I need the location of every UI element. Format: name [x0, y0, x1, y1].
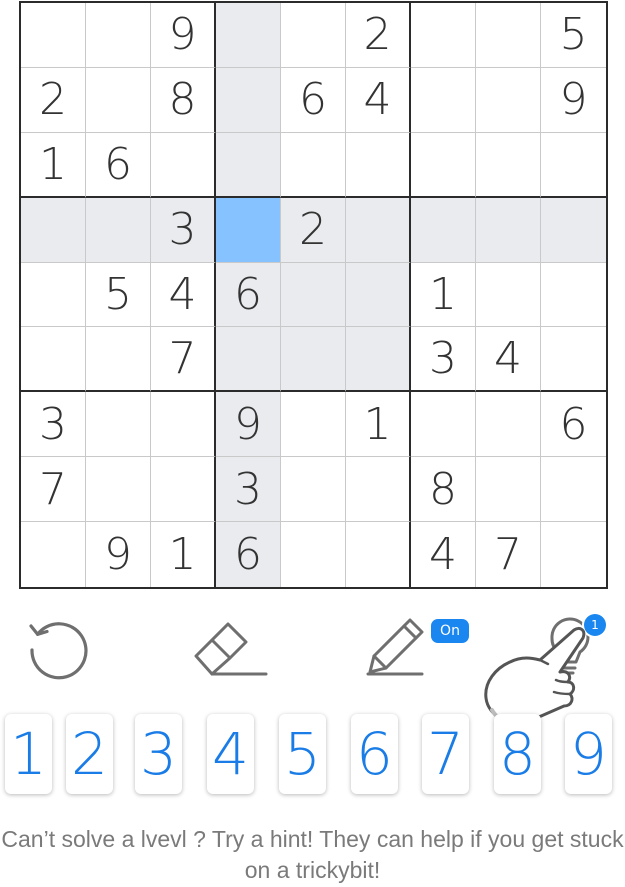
cell-r7-c6[interactable]: 1	[346, 392, 411, 458]
cell-r1-c6[interactable]: 2	[346, 3, 411, 68]
erase-button[interactable]	[190, 610, 270, 690]
cell-r5-c9[interactable]	[541, 263, 606, 328]
cell-r7-c8[interactable]	[476, 392, 541, 458]
cell-r5-c4[interactable]: 6	[216, 262, 281, 328]
cell-r9-c7[interactable]: 4	[411, 522, 476, 587]
cell-r3-c2[interactable]: 6	[86, 132, 151, 198]
undo-icon	[29, 622, 88, 680]
cell-r3-c6[interactable]	[346, 132, 411, 198]
cell-r9-c4[interactable]: 6	[216, 522, 281, 587]
cell-r1-c2[interactable]	[86, 3, 151, 68]
cell-r2-c5[interactable]: 6	[281, 67, 346, 133]
cell-r4-c1[interactable]	[21, 197, 86, 263]
cell-r1-c5[interactable]	[281, 3, 346, 68]
number-key-1[interactable]: 1	[5, 714, 52, 794]
number-key-9[interactable]: 9	[565, 714, 612, 794]
cell-r8-c7[interactable]: 8	[411, 457, 476, 523]
cell-r1-c7[interactable]	[411, 3, 476, 68]
number-key-5[interactable]: 5	[279, 714, 326, 794]
cell-r8-c5[interactable]	[281, 457, 346, 523]
cell-r7-c9[interactable]: 6	[541, 392, 606, 458]
cell-r4-c8[interactable]	[476, 197, 541, 263]
notes-on-badge: On	[431, 619, 469, 643]
cell-r1-c4[interactable]	[216, 3, 281, 68]
cell-r9-c1[interactable]	[21, 522, 86, 587]
number-key-8[interactable]: 8	[494, 714, 541, 794]
cell-r7-c5[interactable]	[281, 392, 346, 458]
cell-r8-c9[interactable]	[541, 457, 606, 523]
cell-r5-c8[interactable]	[476, 262, 541, 328]
number-key-2[interactable]: 2	[66, 714, 113, 794]
cell-r3-c5[interactable]	[281, 132, 346, 198]
cell-r6-c1[interactable]	[21, 327, 86, 393]
cell-r6-c4[interactable]	[216, 327, 281, 393]
cell-r9-c3[interactable]: 1	[151, 522, 216, 587]
cell-r1-c1[interactable]	[21, 3, 86, 68]
cell-r8-c2[interactable]	[86, 457, 151, 523]
cell-r3-c4[interactable]	[216, 132, 281, 198]
notes-button[interactable]	[360, 610, 440, 690]
cell-r8-c1[interactable]: 7	[21, 457, 86, 523]
cell-r8-c3[interactable]	[151, 457, 216, 523]
cell-r2-c4[interactable]	[216, 67, 281, 133]
cell-r6-c3[interactable]: 7	[151, 327, 216, 393]
cell-r6-c7[interactable]: 3	[411, 327, 476, 393]
cell-r8-c4[interactable]: 3	[216, 457, 281, 523]
cell-r4-c6[interactable]	[346, 197, 411, 263]
cell-r4-c2[interactable]	[86, 197, 151, 263]
cell-r1-c8[interactable]	[476, 3, 541, 68]
number-key-4[interactable]: 4	[207, 714, 254, 794]
cell-r3-c7[interactable]	[411, 132, 476, 198]
cell-r8-c6[interactable]	[346, 457, 411, 523]
cell-r4-c4[interactable]	[216, 197, 281, 263]
number-key-7[interactable]: 7	[422, 714, 469, 794]
cell-r5-c3[interactable]: 4	[151, 262, 216, 328]
cell-r4-c7[interactable]	[411, 197, 476, 263]
cell-r2-c3[interactable]: 8	[151, 67, 216, 133]
cell-r6-c9[interactable]	[541, 327, 606, 393]
cell-r2-c7[interactable]	[411, 67, 476, 133]
cell-r6-c5[interactable]	[281, 327, 346, 393]
cell-r5-c1[interactable]	[21, 262, 86, 328]
pencil-icon	[366, 618, 424, 676]
cell-r5-c5[interactable]	[281, 262, 346, 328]
cell-r5-c7[interactable]: 1	[411, 262, 476, 328]
cell-r7-c1[interactable]: 3	[21, 392, 86, 458]
cell-r1-c9[interactable]: 5	[541, 3, 606, 68]
cell-r2-c1[interactable]: 2	[21, 67, 86, 133]
cell-r7-c4[interactable]: 9	[216, 392, 281, 458]
cell-r3-c1[interactable]: 1	[21, 132, 86, 198]
hint-tutorial-text: Can’t solve a lvevl ? Try a hint! They c…	[1, 826, 624, 883]
cell-r4-c3[interactable]: 3	[151, 197, 216, 263]
cell-r5-c6[interactable]	[346, 262, 411, 328]
cell-r9-c8[interactable]: 7	[476, 522, 541, 587]
cell-r9-c5[interactable]	[281, 522, 346, 587]
cell-r9-c6[interactable]	[346, 522, 411, 587]
sudoku-grid: 9252864916325461734391673891647	[19, 1, 608, 589]
cell-r1-c3[interactable]: 9	[151, 3, 216, 68]
cell-r3-c9[interactable]	[541, 133, 606, 198]
cell-r2-c8[interactable]	[476, 67, 541, 133]
cell-r8-c8[interactable]	[476, 457, 541, 523]
cell-r4-c5[interactable]: 2	[281, 197, 346, 263]
cell-r7-c7[interactable]	[411, 392, 476, 458]
cell-r7-c3[interactable]	[151, 392, 216, 458]
cell-r6-c6[interactable]	[346, 327, 411, 393]
cell-r2-c2[interactable]	[86, 67, 151, 133]
cell-r6-c8[interactable]: 4	[476, 327, 541, 393]
cell-r4-c9[interactable]	[541, 197, 606, 263]
cell-r2-c6[interactable]: 4	[346, 67, 411, 133]
cell-r7-c2[interactable]	[86, 392, 151, 458]
cell-r5-c2[interactable]: 5	[86, 262, 151, 328]
cell-r6-c2[interactable]	[86, 327, 151, 393]
cell-r3-c8[interactable]	[476, 132, 541, 198]
cell-r9-c2[interactable]: 9	[86, 522, 151, 587]
cell-r2-c9[interactable]: 9	[541, 68, 606, 133]
number-key-6[interactable]: 6	[351, 714, 398, 794]
number-key-3[interactable]: 3	[135, 714, 182, 794]
undo-button[interactable]	[19, 610, 99, 690]
cell-r3-c3[interactable]	[151, 132, 216, 198]
eraser-icon	[194, 622, 268, 676]
cell-r9-c9[interactable]	[541, 522, 606, 587]
